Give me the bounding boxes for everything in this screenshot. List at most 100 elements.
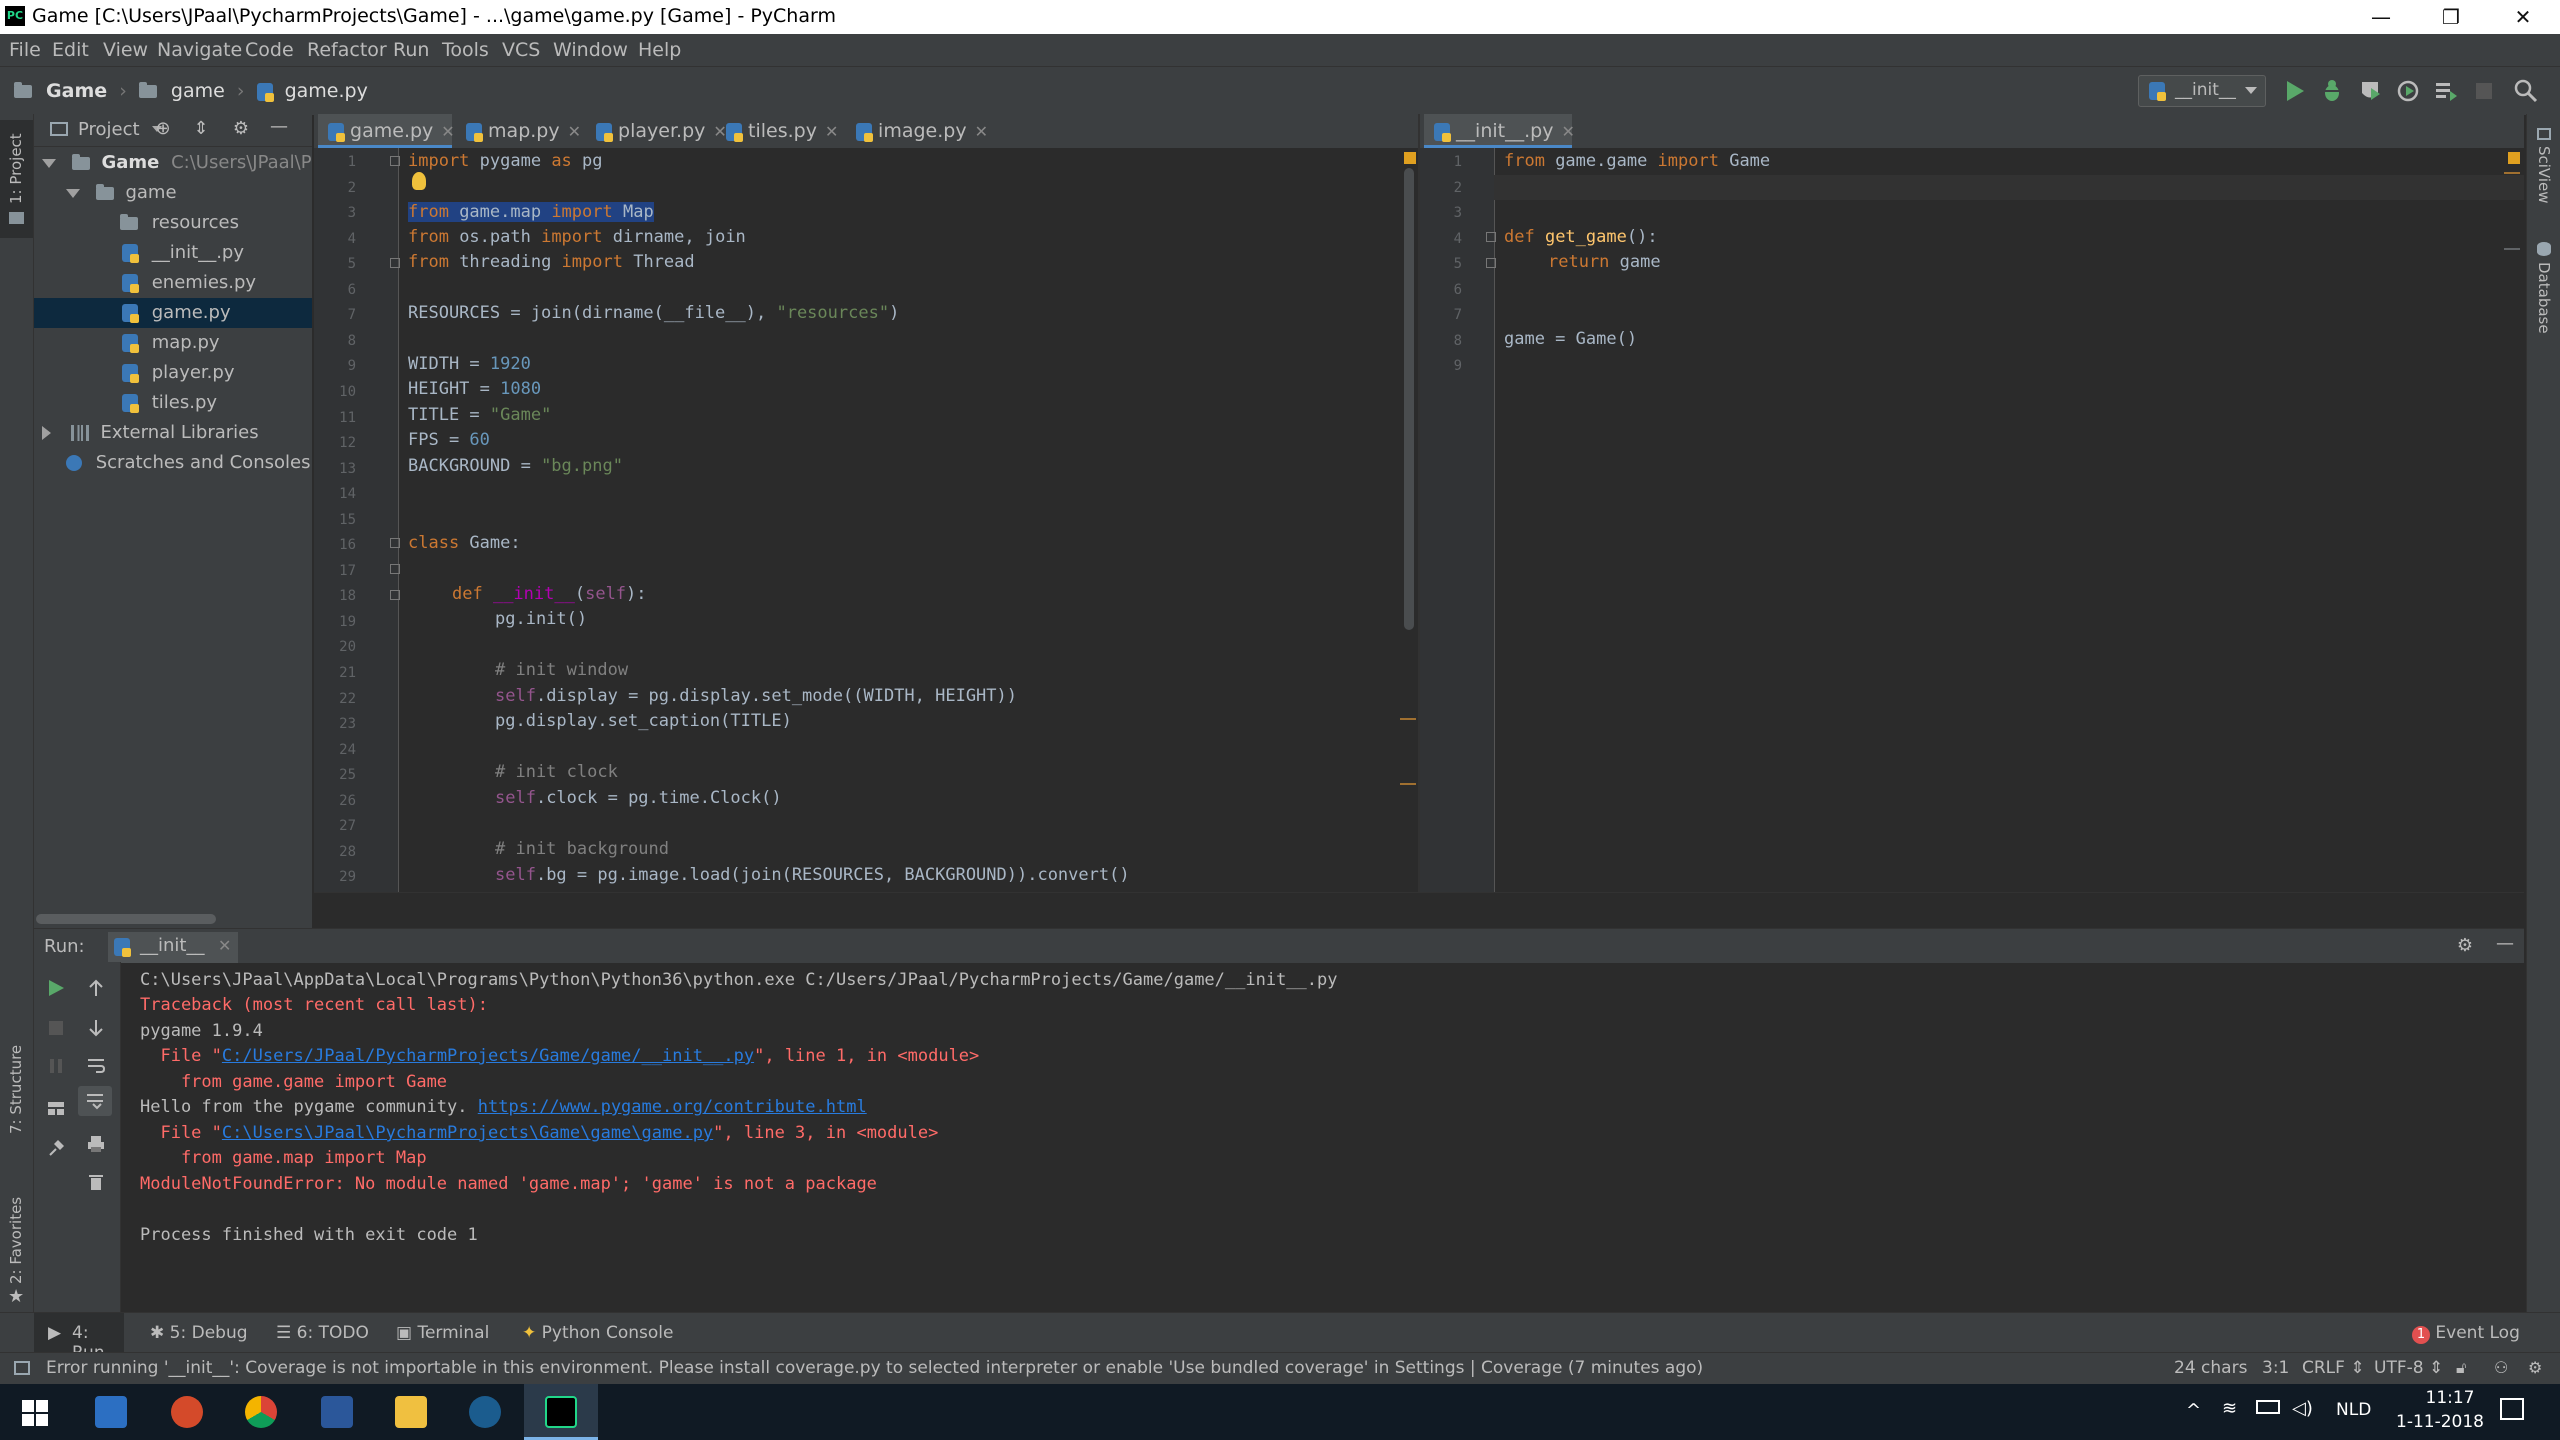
tab-init-py[interactable]: __init__.py ✕ xyxy=(1424,114,1575,148)
horizontal-scrollbar-thumb[interactable] xyxy=(36,914,216,924)
tree-item-map[interactable]: map.py xyxy=(34,328,312,358)
chevron-up-icon[interactable]: ^ xyxy=(2186,1400,2201,1421)
tab-game-py[interactable]: game.py ✕ xyxy=(318,114,455,148)
warning-marker-icon[interactable] xyxy=(1404,152,1416,164)
clock-date[interactable]: 1-11-2018 xyxy=(2384,1412,2496,1432)
rerun-icon[interactable] xyxy=(46,978,66,998)
wifi-icon[interactable]: ≋ xyxy=(2222,1398,2237,1419)
arrow-down-icon[interactable] xyxy=(86,1018,106,1038)
scroll-to-end-button[interactable] xyxy=(78,1086,112,1116)
gear-icon[interactable]: ⚙ xyxy=(2454,935,2476,957)
fold-icon[interactable] xyxy=(390,564,400,574)
language-indicator[interactable]: NLD xyxy=(2336,1400,2371,1420)
chevron-down-icon[interactable] xyxy=(42,158,56,168)
tree-item-tiles[interactable]: tiles.py xyxy=(34,388,312,418)
fold-icon[interactable] xyxy=(1486,258,1496,268)
error-stripe-marker[interactable] xyxy=(2504,248,2520,250)
lightbulb-icon[interactable] xyxy=(412,172,426,190)
fold-icon[interactable] xyxy=(1486,232,1496,242)
structure-tool-button[interactable]: 7: Structure xyxy=(0,1034,33,1144)
status-message[interactable]: Error running '__init__': Coverage is no… xyxy=(46,1358,1703,1378)
locate-icon[interactable]: ⊕ xyxy=(152,118,174,140)
project-panel-title[interactable]: Project xyxy=(78,119,140,140)
run-concurrency-icon[interactable] xyxy=(2434,79,2458,103)
tree-item-init[interactable]: __init__.py xyxy=(34,238,312,268)
run-tab[interactable]: __init__ ✕ xyxy=(108,932,238,963)
search-icon[interactable] xyxy=(2514,79,2538,103)
trash-icon[interactable] xyxy=(86,1172,106,1192)
run-config-select[interactable]: __init__ xyxy=(2138,75,2266,107)
tree-item-resources[interactable]: resources xyxy=(34,208,312,238)
stop-icon[interactable] xyxy=(46,1018,66,1038)
menu-refactor[interactable]: Refactor xyxy=(307,39,387,61)
chevron-down-icon[interactable] xyxy=(66,188,80,198)
restore-layout-icon[interactable] xyxy=(46,1098,66,1118)
status-encoding[interactable]: UTF-8 ⇕ xyxy=(2374,1358,2443,1378)
toggle-tool-windows-icon[interactable] xyxy=(14,1361,30,1375)
menu-file[interactable]: File xyxy=(9,39,41,61)
code-editor-right[interactable]: 1 2 3 4 5 6 7 8 9 from game.game import Game def… xyxy=(1420,148,2524,892)
tool-tab-todo[interactable]: ☰ 6: TODO xyxy=(276,1323,369,1343)
taskbar-app-explorer[interactable] xyxy=(374,1384,448,1440)
code-editor-left[interactable]: 1 2 3 4 5 6 7 8 9 10 11 12 13 14 15 16 17 18 19 20 21 22 23 24 2… xyxy=(314,148,1418,892)
tab-tiles-py[interactable]: tiles.py ✕ xyxy=(716,114,850,148)
debug-icon[interactable] xyxy=(2320,79,2344,103)
inspector-icon[interactable]: ⚇ xyxy=(2494,1358,2508,1377)
lock-icon[interactable]: 🔓︎ xyxy=(2456,1358,2466,1378)
volume-icon[interactable]: ◁) xyxy=(2292,1398,2313,1419)
error-stripe-marker[interactable] xyxy=(1400,718,1416,720)
sciview-tool-button[interactable]: SciView xyxy=(2527,124,2560,224)
pause-icon[interactable] xyxy=(46,1056,66,1076)
stop-icon[interactable] xyxy=(2474,81,2494,101)
menu-tools[interactable]: Tools xyxy=(442,39,489,61)
tool-tab-debug[interactable]: ✱ 5: Debug xyxy=(150,1323,248,1343)
menu-edit[interactable]: Edit xyxy=(52,39,89,61)
taskbar-app-pycharm[interactable] xyxy=(524,1384,598,1440)
breadcrumb-file[interactable]: game.py xyxy=(285,80,368,102)
close-tab-icon[interactable]: ✕ xyxy=(825,122,838,141)
status-line-separator[interactable]: CRLF ⇕ xyxy=(2302,1358,2365,1378)
gear-icon[interactable]: ⚙ xyxy=(230,118,252,140)
vertical-scrollbar-thumb[interactable] xyxy=(1404,168,1414,630)
url-link[interactable]: https://www.pygame.org/contribute.html xyxy=(478,1097,867,1117)
tab-map-py[interactable]: map.py ✕ xyxy=(456,114,590,148)
start-button[interactable] xyxy=(0,1384,74,1440)
taskbar-app-steam[interactable] xyxy=(448,1384,522,1440)
fold-icon[interactable] xyxy=(390,258,400,268)
close-tab-icon[interactable]: ✕ xyxy=(218,936,231,955)
collapse-all-icon[interactable]: ⇕ xyxy=(190,118,212,140)
tool-tab-terminal[interactable]: ▣ Terminal xyxy=(396,1323,489,1343)
tree-item-game-folder[interactable]: game xyxy=(34,178,312,208)
error-stripe-marker[interactable] xyxy=(2504,172,2520,174)
fold-icon[interactable] xyxy=(390,538,400,548)
close-tab-icon[interactable]: ✕ xyxy=(441,122,454,141)
file-link[interactable]: C:/Users/JPaal/PycharmProjects/Game/game… xyxy=(222,1046,754,1066)
menu-window[interactable]: Window xyxy=(553,39,628,61)
menu-code[interactable]: Code xyxy=(245,39,294,61)
menu-run[interactable]: Run xyxy=(393,39,429,61)
breadcrumb-folder[interactable]: game xyxy=(171,80,225,102)
chevron-right-icon[interactable] xyxy=(42,426,51,440)
minimize-button[interactable]: — xyxy=(2346,0,2416,34)
tool-tab-event-log[interactable]: 1 Event Log xyxy=(2412,1323,2520,1344)
close-tab-icon[interactable]: ✕ xyxy=(1561,122,1574,141)
profile-icon[interactable] xyxy=(2396,79,2420,103)
coverage-icon[interactable] xyxy=(2358,79,2382,103)
print-icon[interactable] xyxy=(86,1134,106,1154)
tree-item-scratches[interactable]: Scratches and Consoles xyxy=(34,448,312,478)
database-tool-button[interactable]: Database xyxy=(2527,238,2560,358)
menu-vcs[interactable]: VCS xyxy=(502,39,540,61)
battery-icon[interactable] xyxy=(2256,1400,2280,1414)
taskbar-app-powershell[interactable] xyxy=(74,1384,148,1440)
close-tab-icon[interactable]: ✕ xyxy=(975,122,988,141)
tab-image-py[interactable]: image.py ✕ xyxy=(846,114,992,148)
breadcrumb-project[interactable]: Game xyxy=(46,80,107,102)
favorites-tool-button[interactable]: 2: Favorites ★ xyxy=(0,1184,33,1307)
tree-item-root[interactable]: Game C:\Users\JPaal\Pycha xyxy=(34,148,312,178)
soft-wrap-icon[interactable] xyxy=(86,1056,106,1076)
memory-icon[interactable]: ⚙ xyxy=(2528,1358,2542,1377)
fold-icon[interactable] xyxy=(390,156,400,166)
error-stripe-marker[interactable] xyxy=(1400,783,1416,785)
tree-item-game-py[interactable]: game.py xyxy=(34,298,312,328)
tree-item-player[interactable]: player.py xyxy=(34,358,312,388)
